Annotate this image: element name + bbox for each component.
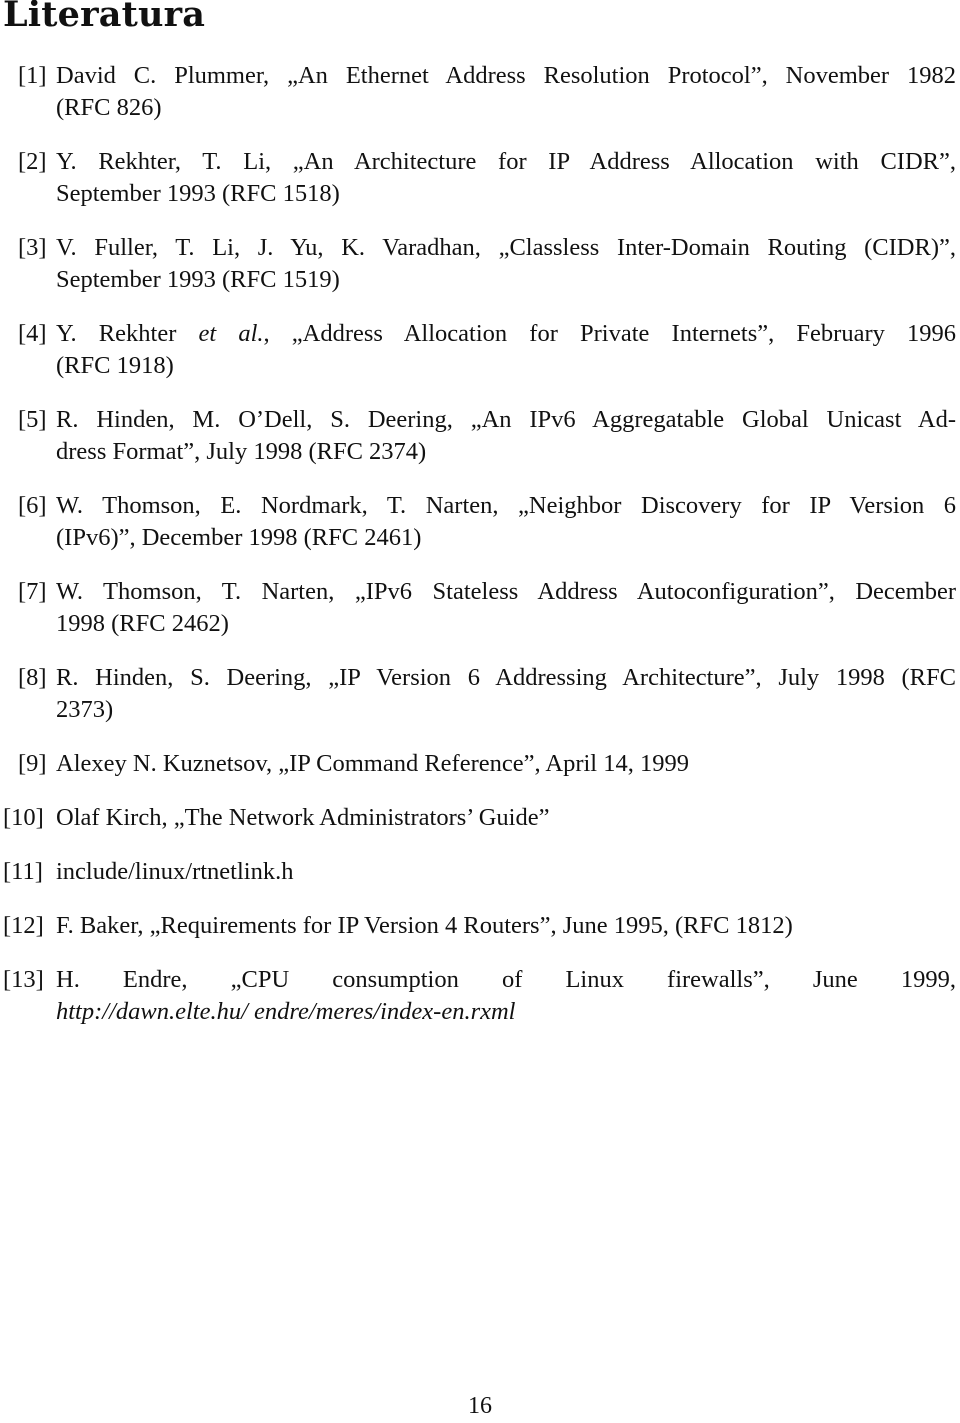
reference-text: V. Fuller, T. Li, J. Yu, K. Varadhan, „C… <box>56 234 956 261</box>
reference-text: W. Thomson, T. Narten, „IPv6 Stateless A… <box>56 578 956 605</box>
reference-et-al: et al. <box>198 320 264 347</box>
reference-text: (IPv6)”, December 1998 (RFC 2461) <box>56 524 422 551</box>
reference-number: [1] <box>18 62 47 89</box>
reference-text: (RFC 826) <box>56 94 162 121</box>
reference-number: [5] <box>18 406 47 433</box>
reference-number: [7] <box>18 578 47 605</box>
reference-author: Y. Rekhter <box>56 320 199 347</box>
reference-text: Y. Rekhter, T. Li, „An Architecture for … <box>56 148 956 175</box>
reference-number: [9] <box>18 750 47 777</box>
reference-text: F. Baker, „Requirements for IP Version 4… <box>56 912 793 939</box>
reference-text: H. Endre, „CPU consumption of Linux fire… <box>56 966 956 993</box>
page-title: Literatura <box>3 0 206 35</box>
reference-text: Y. Rekhter et al., „Address Allocation f… <box>56 318 956 350</box>
reference-text: include/linux/rtnetlink.h <box>56 858 294 885</box>
reference-text: (RFC 1918) <box>56 352 174 379</box>
reference-text: David C. Plummer, „An Ethernet Address R… <box>56 62 956 89</box>
reference-text: Alexey N. Kuznetsov, „IP Command Referen… <box>56 750 689 777</box>
reference-number: [3] <box>18 234 47 261</box>
reference-text: September 1993 (RFC 1519) <box>56 266 340 293</box>
reference-text: 2373) <box>56 696 114 723</box>
reference-text: R. Hinden, S. Deering, „IP Version 6 Add… <box>56 664 956 691</box>
reference-number: [10] <box>3 804 44 831</box>
reference-number: [2] <box>18 148 47 175</box>
reference-url[interactable]: http://dawn.elte.hu/ endre/meres/index-e… <box>56 996 956 1028</box>
reference-number: [13] <box>3 966 44 993</box>
reference-title: , „Address Allocation for Private Intern… <box>263 320 956 347</box>
reference-number: [8] <box>18 664 47 691</box>
reference-text: R. Hinden, M. O’Dell, S. Deering, „An IP… <box>56 406 956 433</box>
reference-text: Olaf Kirch, „The Network Administrators’… <box>56 804 550 831</box>
page-number: 16 <box>468 1393 492 1419</box>
reference-text: W. Thomson, E. Nordmark, T. Narten, „Nei… <box>56 492 956 519</box>
reference-number: [12] <box>3 912 44 939</box>
reference-text: 1998 (RFC 2462) <box>56 610 229 637</box>
reference-number: [11] <box>3 858 43 885</box>
reference-number: [6] <box>18 492 47 519</box>
reference-number: [4] <box>18 320 47 347</box>
reference-text: September 1993 (RFC 1518) <box>56 180 340 207</box>
reference-text: dress Format”, July 1998 (RFC 2374) <box>56 438 427 465</box>
